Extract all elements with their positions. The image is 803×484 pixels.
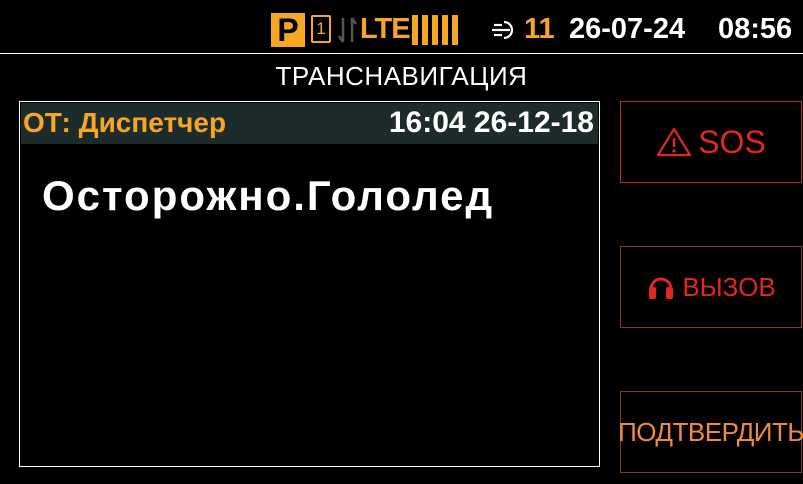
message-datetime: 16:04 26-12-18 — [388, 106, 594, 139]
parking-icon: P — [271, 13, 305, 47]
sim-icon: 1 — [311, 15, 331, 43]
confirm-button-label: ПОДТВЕРДИТЬ — [618, 417, 803, 447]
message-header: ОТ: Диспетчер 16:04 26-12-18 — [21, 103, 598, 144]
sos-button[interactable]: SOS — [620, 101, 802, 183]
call-button[interactable]: ВЫЗОВ — [620, 246, 802, 328]
header-divider — [0, 53, 803, 54]
data-arrows-icon — [337, 17, 358, 43]
status-date: 26-07-24 — [569, 13, 686, 45]
status-bar: P 1 LTE 11 26-07-24 08:56 — [0, 0, 803, 52]
satellite-count: 11 — [524, 13, 555, 45]
page-title: ТРАНСНАВИГАЦИЯ — [275, 61, 528, 91]
call-button-label: ВЫЗОВ — [682, 272, 776, 302]
confirm-button[interactable]: ПОДТВЕРДИТЬ — [618, 391, 803, 473]
status-time: 08:56 — [718, 13, 793, 45]
sos-button-label: SOS — [698, 124, 766, 160]
satellite-icon — [492, 20, 514, 40]
headset-icon — [649, 277, 674, 299]
message-text: Осторожно.Гололед — [42, 172, 495, 219]
network-type: LTE — [360, 13, 411, 45]
warning-triangle-icon — [657, 127, 692, 157]
message-panel: ОТ: Диспетчер 16:04 26-12-18 Осторожно.Г… — [19, 101, 600, 467]
message-sender: ОТ: Диспетчер — [23, 107, 227, 138]
signal-bars-icon — [412, 15, 462, 45]
